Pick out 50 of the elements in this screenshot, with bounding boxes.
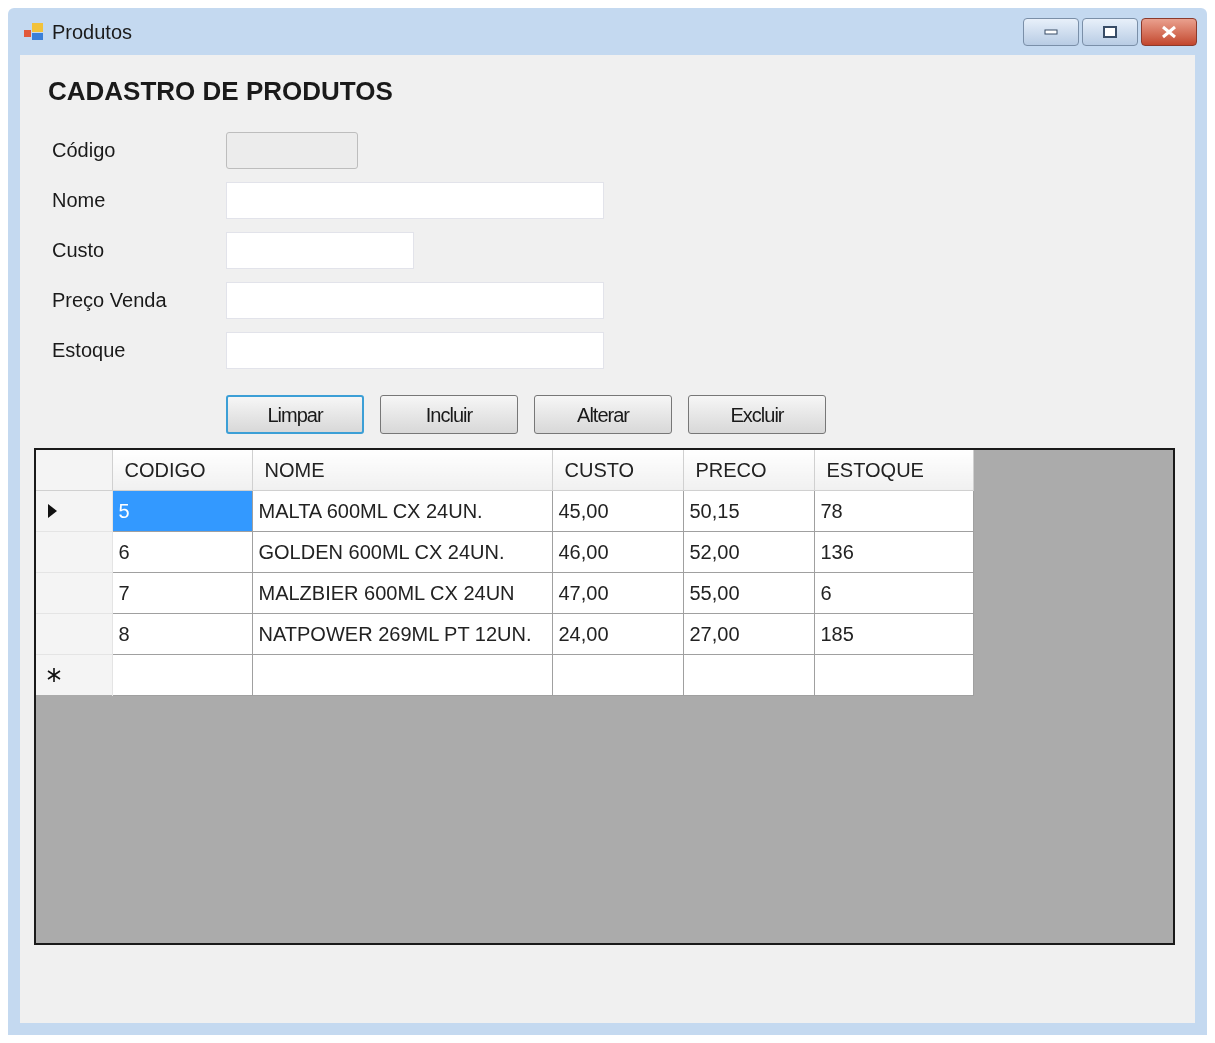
table-cell: 45,00 bbox=[552, 490, 683, 531]
field-label: Custo bbox=[52, 238, 106, 263]
new-row-icon bbox=[46, 666, 62, 683]
table-cell: 27,00 bbox=[683, 613, 814, 654]
form-heading: CADASTRO DE PRODUTOS bbox=[48, 75, 394, 108]
close-button[interactable] bbox=[1141, 17, 1197, 46]
table-cell: NATPOWER 269ML PT 12UN. bbox=[252, 613, 552, 654]
current-row-icon bbox=[48, 503, 57, 518]
table-cell: 136 bbox=[814, 531, 973, 572]
action-button[interactable]: Incluir bbox=[380, 395, 518, 434]
table-cell: 50,15 bbox=[683, 490, 814, 531]
maximize-button[interactable] bbox=[1082, 17, 1138, 46]
table-cell: 78 bbox=[814, 490, 973, 531]
row-header[interactable] bbox=[36, 490, 112, 531]
field-label: Nome bbox=[52, 188, 107, 213]
table-cell: 6 bbox=[112, 531, 252, 572]
action-button[interactable]: Excluir bbox=[688, 395, 826, 434]
table-cell: 6 bbox=[814, 572, 973, 613]
table-cell: 8 bbox=[112, 613, 252, 654]
row-header[interactable] bbox=[36, 654, 112, 695]
input-field[interactable] bbox=[226, 331, 604, 369]
window-title: Produtos bbox=[52, 19, 133, 45]
table-cell: 7 bbox=[112, 572, 252, 613]
column-header[interactable]: PRECO bbox=[683, 450, 814, 490]
table-cell: MALZBIER 600ML CX 24UN bbox=[252, 572, 552, 613]
field-label: Código bbox=[52, 138, 117, 163]
input-field[interactable] bbox=[226, 181, 604, 219]
maximize-icon bbox=[1103, 25, 1117, 38]
minimize-icon bbox=[1044, 28, 1058, 35]
input-field[interactable] bbox=[226, 281, 604, 319]
table-cell: 52,00 bbox=[683, 531, 814, 572]
table-cell: 24,00 bbox=[552, 613, 683, 654]
table-cell: 5 bbox=[112, 490, 252, 531]
table-cell: GOLDEN 600ML CX 24UN. bbox=[252, 531, 552, 572]
column-header[interactable]: ESTOQUE bbox=[814, 450, 973, 490]
table-cell: 55,00 bbox=[683, 572, 814, 613]
input-field[interactable] bbox=[226, 231, 414, 269]
field-label: Preço Venda bbox=[52, 288, 168, 313]
table-cell: 46,00 bbox=[552, 531, 683, 572]
column-header[interactable]: NOME bbox=[252, 450, 552, 490]
column-header[interactable]: CUSTO bbox=[552, 450, 683, 490]
close-icon bbox=[1161, 24, 1177, 39]
table-cell: 185 bbox=[814, 613, 973, 654]
column-header[interactable]: CODIGO bbox=[112, 450, 252, 490]
field-label: Estoque bbox=[52, 338, 127, 363]
action-button[interactable]: Alterar bbox=[534, 395, 672, 434]
action-button[interactable]: Limpar bbox=[226, 395, 364, 434]
table-cell: MALTA 600ML CX 24UN. bbox=[252, 490, 552, 531]
table-cell: 47,00 bbox=[552, 572, 683, 613]
app-icon bbox=[24, 22, 44, 41]
